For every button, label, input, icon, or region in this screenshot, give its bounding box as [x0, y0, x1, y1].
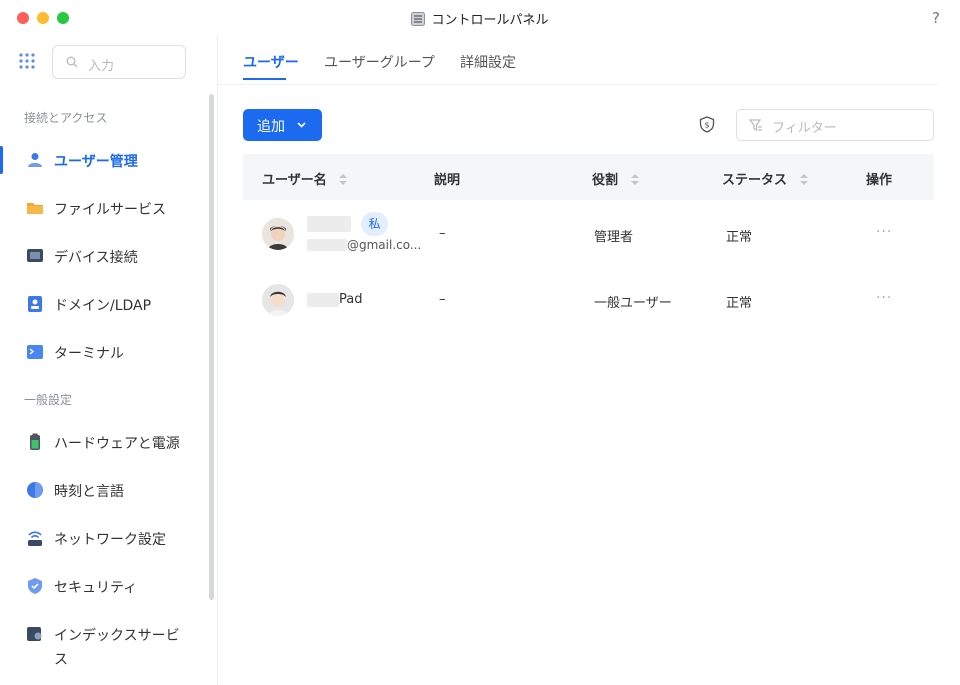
- filter-input[interactable]: フィルター: [736, 109, 934, 141]
- column-header-actions: 操作: [866, 173, 893, 188]
- security-shield-icon[interactable]: $: [699, 116, 715, 133]
- sidebar: 入力 接続とアクセス ユーザー管理 ファイルサービス デバイス接続 ドメイン/L…: [0, 36, 218, 685]
- globe-icon: [27, 482, 43, 498]
- sidebar-search-input[interactable]: 入力: [52, 45, 186, 79]
- add-button-label: 追加: [257, 119, 285, 135]
- user-description: –: [439, 292, 446, 307]
- user-manage-icon: [28, 153, 42, 167]
- sidebar-item-hardware-power[interactable]: ハードウェアと電源: [0, 424, 208, 460]
- sidebar-item-device-connection[interactable]: デバイス接続: [0, 238, 208, 274]
- tab-divider: [218, 84, 938, 85]
- sidebar-item-domain-ldap[interactable]: ドメイン/LDAP: [0, 286, 208, 322]
- battery-icon: [30, 433, 40, 450]
- more-actions-button[interactable]: ···: [876, 290, 892, 306]
- sidebar-item-label: ユーザー管理: [54, 154, 138, 170]
- sidebar-item-label: ネットワーク設定: [54, 532, 166, 548]
- user-status: 正常: [726, 296, 753, 311]
- sidebar-item-time-language[interactable]: 時刻と言語: [0, 472, 208, 508]
- filter-placeholder: フィルター: [772, 121, 837, 136]
- sort-icon: [630, 174, 639, 185]
- sidebar-item-label: 時刻と言語: [54, 484, 124, 500]
- sidebar-item-label: デバイス接続: [54, 250, 138, 266]
- chevron-down-icon: [297, 122, 306, 128]
- more-actions-button[interactable]: ···: [876, 224, 892, 240]
- section-connection-access: 接続とアクセス: [24, 111, 108, 125]
- sidebar-item-file-service[interactable]: ファイルサービス: [0, 190, 208, 226]
- column-header-role[interactable]: 役割: [592, 169, 639, 188]
- sidebar-scrollbar[interactable]: [209, 94, 214, 600]
- sidebar-item-label: セキュリティ: [54, 580, 138, 596]
- sidebar-item-label-line2: ス: [54, 652, 68, 668]
- avatar: [262, 218, 294, 250]
- sidebar-item-label: ターミナル: [54, 346, 124, 362]
- user-description: –: [439, 226, 446, 241]
- user-status: 正常: [726, 230, 753, 245]
- column-header-status[interactable]: ステータス: [722, 169, 808, 188]
- self-badge: 私: [361, 212, 388, 236]
- sidebar-item-index-service[interactable]: インデックスサービ ス: [0, 616, 208, 668]
- user-role: 管理者: [594, 230, 634, 245]
- domain-icon: [28, 296, 42, 312]
- sidebar-item-user-management[interactable]: ユーザー管理: [0, 142, 208, 178]
- sidebar-item-label: ファイルサービス: [54, 202, 166, 218]
- terminal-icon: [27, 345, 43, 359]
- app-grid-icon[interactable]: [19, 53, 35, 69]
- folder-icon: [27, 203, 43, 214]
- title-bar: コントロールパネル ?: [0, 0, 960, 36]
- column-header-description: 説明: [434, 173, 461, 188]
- column-header-label: ユーザー名: [262, 173, 327, 188]
- column-header-label: ステータス: [722, 173, 788, 188]
- blurred-username: [307, 293, 339, 307]
- sidebar-item-label: インデックスサービ: [54, 628, 180, 644]
- search-placeholder: 入力: [88, 59, 115, 74]
- help-button[interactable]: ?: [932, 9, 940, 27]
- tab-advanced-settings[interactable]: 詳細設定: [460, 52, 516, 72]
- sidebar-item-security[interactable]: セキュリティ: [0, 568, 208, 604]
- search-icon: [66, 56, 78, 68]
- device-icon: [27, 249, 43, 262]
- tab-user-groups[interactable]: ユーザーグループ: [324, 52, 435, 72]
- sidebar-item-label: ドメイン/LDAP: [54, 298, 152, 314]
- add-button[interactable]: 追加: [243, 109, 322, 141]
- avatar: [262, 284, 294, 316]
- section-general-settings: 一般設定: [24, 393, 73, 407]
- sort-icon: [339, 174, 348, 185]
- control-panel-icon: [411, 12, 426, 26]
- window-title-area: コントロールパネル: [0, 9, 960, 28]
- table-header: ユーザー名 説明 役割 ステータス 操作: [243, 154, 934, 200]
- user-email: @gmail.co...: [347, 238, 422, 252]
- sidebar-item-label: ハードウェアと電源: [54, 436, 180, 452]
- user-role: 一般ユーザー: [594, 296, 672, 311]
- network-icon: [28, 531, 42, 546]
- sort-icon: [799, 174, 808, 185]
- active-tab-indicator: [243, 78, 286, 80]
- svg-text:$: $: [704, 121, 709, 130]
- shield-icon: [28, 578, 42, 594]
- tab-users[interactable]: ユーザー: [243, 52, 299, 72]
- sidebar-item-terminal[interactable]: ターミナル: [0, 334, 208, 370]
- filter-icon: [749, 119, 762, 132]
- user-name: Pad: [339, 292, 363, 307]
- blurred-email: [307, 239, 347, 251]
- index-icon: [27, 627, 42, 641]
- blurred-username: [307, 216, 351, 232]
- table-row[interactable]: Pad – 一般ユーザー 正常 ···: [243, 268, 934, 334]
- table-row[interactable]: 私 @gmail.co... – 管理者 正常 ···: [243, 202, 934, 268]
- column-header-username[interactable]: ユーザー名: [262, 169, 348, 188]
- sidebar-item-network-settings[interactable]: ネットワーク設定: [0, 520, 208, 556]
- column-header-label: 役割: [592, 173, 619, 188]
- window-title: コントロールパネル: [431, 13, 549, 28]
- control-panel-window: コントロールパネル ? 入力 接続とアクセス ユーザー管理 ファイルサービス デ…: [0, 0, 960, 685]
